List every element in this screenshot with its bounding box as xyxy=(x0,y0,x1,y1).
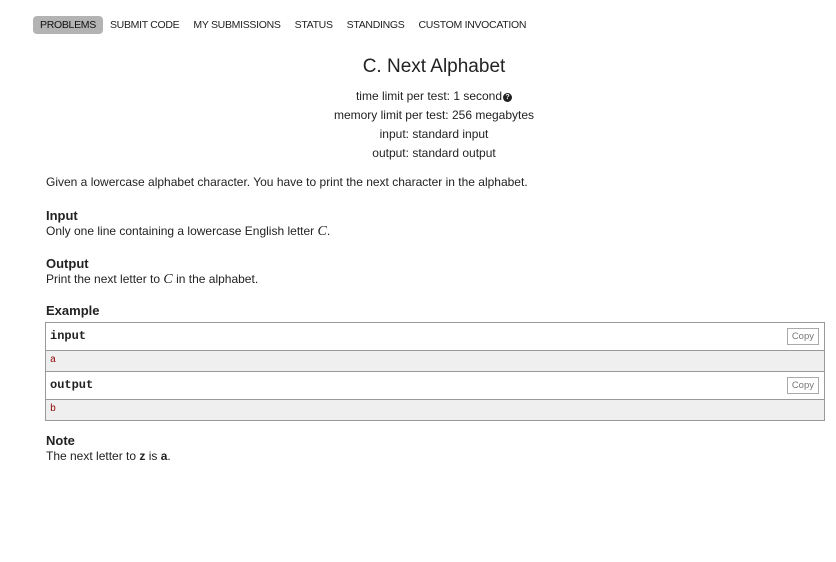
input-spec-text: Only one line containing a lowercase Eng… xyxy=(46,224,826,239)
help-icon[interactable]: ? xyxy=(503,93,513,102)
problem-legend: Given a lowercase alphabet character. Yo… xyxy=(46,175,528,189)
sample-input-header: input Copy xyxy=(46,323,824,351)
input-section-title: Input xyxy=(46,208,78,223)
output-math-var: C xyxy=(163,272,173,287)
sample-input-label: input xyxy=(50,329,87,343)
output-section-title: Output xyxy=(46,256,89,271)
problem-statement: Given a lowercase alphabet character. Yo… xyxy=(46,175,826,319)
output-text-after: in the alphabet. xyxy=(172,272,259,286)
input-text-before: Only one line containing a lowercase Eng… xyxy=(46,224,318,238)
problem-title: C. Next Alphabet xyxy=(362,56,506,77)
time-limit: time limit per test: 1 second xyxy=(355,89,503,103)
sample-input-value[interactable]: a xyxy=(46,351,824,372)
output-file: output: standard output xyxy=(372,146,496,160)
problem-header: C. Next Alphabet time limit per test: 1 … xyxy=(0,55,836,163)
sample-output-label: output xyxy=(50,378,94,392)
note-text-3: . xyxy=(167,449,171,463)
output-text-before: Print the next letter to xyxy=(46,272,164,286)
nav-custom-invocation[interactable]: CUSTOM INVOCATION xyxy=(411,16,533,34)
note-title: Note xyxy=(46,433,75,448)
copy-output-button[interactable]: Copy xyxy=(786,377,819,394)
input-spec: Input Only one line containing a lowerca… xyxy=(46,208,826,239)
note-text-2: is xyxy=(145,449,161,463)
nav-status[interactable]: STATUS xyxy=(288,16,340,34)
nav-standings[interactable]: STANDINGS xyxy=(340,16,412,34)
sample-tests: input Copy a output Copy b xyxy=(45,322,825,421)
nav-submit-code[interactable]: SUBMIT CODE xyxy=(103,16,186,34)
note-text-1: The next letter to xyxy=(46,449,140,463)
note-text: The next letter to z is a. xyxy=(46,449,171,464)
input-text-after: . xyxy=(326,224,331,238)
input-math-var: C xyxy=(317,224,327,239)
problem-nav-bar: PROBLEMS SUBMIT CODE MY SUBMISSIONS STAT… xyxy=(33,16,533,34)
input-file: input: standard input xyxy=(379,127,489,141)
note-section: Note The next letter to z is a. xyxy=(46,433,171,464)
time-limit-line: time limit per test: 1 second? xyxy=(0,87,836,106)
output-spec: Output Print the next letter to C in the… xyxy=(46,256,826,287)
memory-limit: memory limit per test: 256 megabytes xyxy=(333,108,535,122)
output-spec-text: Print the next letter to C in the alphab… xyxy=(46,272,826,287)
nav-my-submissions[interactable]: MY SUBMISSIONS xyxy=(186,16,287,34)
copy-input-button[interactable]: Copy xyxy=(786,328,819,345)
sample-output-header: output Copy xyxy=(46,372,824,400)
nav-problems[interactable]: PROBLEMS xyxy=(33,16,103,34)
sample-output-value[interactable]: b xyxy=(46,400,824,420)
example-title: Example xyxy=(46,303,100,318)
